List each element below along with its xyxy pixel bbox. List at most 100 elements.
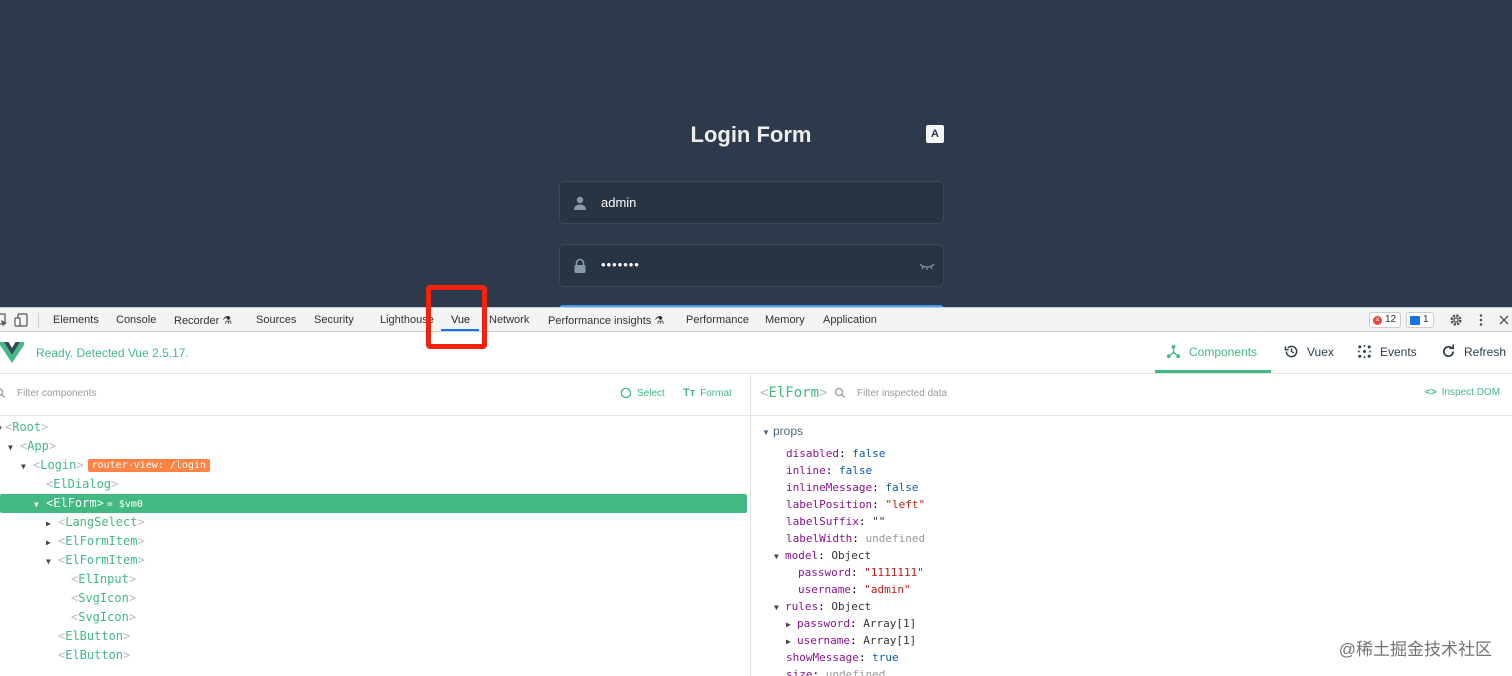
components-icon <box>1166 344 1181 359</box>
expand-arrow-icon[interactable]: ▶ <box>786 616 797 633</box>
components-tab[interactable]: Components <box>1166 344 1257 359</box>
message-icon <box>1410 315 1420 325</box>
node-name: ElInput <box>78 572 129 586</box>
tab-network[interactable]: Network <box>489 314 529 326</box>
prop-key: showMessage <box>786 651 859 664</box>
language-select-icon[interactable]: A文 <box>926 125 944 158</box>
expand-arrow-icon[interactable]: ▶ <box>786 633 797 650</box>
tree-node-svgicon[interactable]: <SvgIcon> <box>0 589 747 608</box>
password-field[interactable]: ••••••• <box>559 244 944 287</box>
tree-node-eldialog[interactable]: <ElDialog> <box>0 475 747 494</box>
search-icon <box>834 387 846 399</box>
login-title: Login Form <box>690 122 812 147</box>
tab-recorder[interactable]: Recorder ⚗ <box>174 314 232 327</box>
tree-node-elbutton[interactable]: <ElButton> <box>0 627 747 646</box>
prop-row-password[interactable]: ▶ password: Array[1] <box>786 615 916 632</box>
expand-arrow-icon[interactable]: ▶ <box>46 533 58 552</box>
collapse-arrow-icon[interactable]: ▼ <box>34 495 46 514</box>
events-icon <box>1357 344 1372 359</box>
vm-reference: = $vm0 <box>106 499 143 510</box>
tree-node-langselect[interactable]: ▶ <LangSelect> <box>0 513 747 532</box>
expand-arrow-icon[interactable]: ▶ <box>46 514 58 533</box>
prop-key: inlineMessage <box>786 481 873 494</box>
message-counter[interactable]: 1 <box>1406 312 1434 328</box>
tree-node-elbutton[interactable]: <ElButton> <box>0 646 747 665</box>
tree-node-elform-selected[interactable]: ▼ <ElForm> = $vm0 <box>0 494 747 513</box>
tab-security[interactable]: Security <box>314 314 354 326</box>
tree-node-elformitem[interactable]: ▼ <ElFormItem> <box>0 551 747 570</box>
close-icon[interactable] <box>1497 313 1511 327</box>
tree-node-root[interactable]: ▼<Root> <box>0 418 747 437</box>
prop-colon: : <box>812 668 826 676</box>
tree-node-elformitem[interactable]: ▶ <ElFormItem> <box>0 532 747 551</box>
props-section-header[interactable]: ▼ props <box>762 424 803 438</box>
tab-elements[interactable]: Elements <box>53 314 99 326</box>
error-counter[interactable]: × 12 <box>1369 312 1402 328</box>
tab-vue[interactable]: Vue <box>451 314 470 326</box>
inspect-dom-button[interactable]: <> Inspect DOM <box>1425 387 1500 398</box>
tab-lighthouse[interactable]: Lighthouse <box>380 314 434 326</box>
gear-icon[interactable] <box>1449 313 1463 327</box>
tab-sources[interactable]: Sources <box>256 314 296 326</box>
eye-closed-icon[interactable] <box>919 260 935 272</box>
collapse-arrow-icon[interactable]: ▼ <box>762 428 773 437</box>
prop-value: true <box>872 651 899 664</box>
collapse-arrow-icon[interactable]: ▼ <box>46 552 58 571</box>
filter-inspected-data-input[interactable]: Filter inspected data <box>857 388 947 399</box>
prop-value: Object <box>831 549 872 562</box>
prop-colon: : <box>852 532 866 545</box>
prop-row-rules[interactable]: ▼ rules: Object <box>774 598 871 615</box>
collapse-arrow-icon[interactable]: ▼ <box>21 457 33 476</box>
prop-value: "left" <box>885 498 926 511</box>
node-name: SvgIcon <box>78 591 129 605</box>
tree-node-login[interactable]: ▼ <Login> router-view: /login <box>0 456 747 475</box>
prop-row-size: size: undefined <box>786 666 885 676</box>
events-tab[interactable]: Events <box>1357 344 1417 359</box>
prop-key: password <box>797 617 850 630</box>
component-tree-pane: Filter components Select Tт Format ▼<Roo… <box>0 374 751 676</box>
vue-devtools-header: Ready. Detected Vue 2.5.17. Components V… <box>0 332 1512 374</box>
prop-row-username: username: "admin" <box>798 581 911 598</box>
more-options-icon[interactable] <box>1474 313 1488 327</box>
tab-performance-insights[interactable]: Performance insights ⚗ <box>548 314 664 327</box>
prop-row-labelwidth: labelWidth: undefined <box>786 530 925 547</box>
prop-key: password <box>798 566 851 579</box>
filter-components-input[interactable]: Filter components <box>17 388 96 399</box>
device-toggle-icon[interactable] <box>14 313 28 327</box>
select-button[interactable]: Select <box>620 387 665 399</box>
tab-memory[interactable]: Memory <box>765 314 805 326</box>
prop-row-username[interactable]: ▶ username: Array[1] <box>786 632 916 649</box>
node-name: LangSelect <box>65 515 138 529</box>
error-icon: × <box>1373 315 1382 325</box>
tab-performance[interactable]: Performance <box>686 314 749 326</box>
prop-value: "admin" <box>864 583 911 596</box>
tab-application[interactable]: Application <box>823 314 877 326</box>
text-format-icon: Tт <box>683 387 696 399</box>
collapse-arrow-icon[interactable]: ▼ <box>774 548 785 565</box>
components-tab-indicator <box>1155 370 1271 373</box>
tree-node-app[interactable]: ▼ <App> <box>0 437 747 456</box>
prop-row-model[interactable]: ▼ model: Object <box>774 547 871 564</box>
vuex-label: Vuex <box>1307 344 1334 359</box>
node-name: ElButton <box>65 648 124 662</box>
prop-colon: : <box>858 651 873 664</box>
prop-key: rules <box>785 600 819 613</box>
tree-node-elinput[interactable]: <ElInput> <box>0 570 747 589</box>
format-button[interactable]: Tт Format <box>683 387 732 399</box>
vuex-tab[interactable]: Vuex <box>1284 344 1334 359</box>
node-name: ElDialog <box>53 477 112 491</box>
prop-colon: : <box>838 447 853 460</box>
refresh-button[interactable]: Refresh <box>1441 344 1506 359</box>
prop-value: "1111111" <box>864 566 924 579</box>
prop-colon: : <box>858 515 873 528</box>
message-count: 1 <box>1423 314 1429 325</box>
collapse-arrow-icon[interactable]: ▼ <box>8 438 20 457</box>
prop-key: disabled <box>786 447 839 460</box>
inspect-element-icon[interactable] <box>0 313 8 327</box>
tree-node-svgicon[interactable]: <SvgIcon> <box>0 608 747 627</box>
collapse-arrow-icon[interactable]: ▼ <box>774 599 785 616</box>
username-field[interactable]: admin <box>559 181 944 224</box>
tab-console[interactable]: Console <box>116 314 156 326</box>
password-value: ••••••• <box>601 257 640 272</box>
prop-row-showmessage: showMessage: true <box>786 649 899 666</box>
